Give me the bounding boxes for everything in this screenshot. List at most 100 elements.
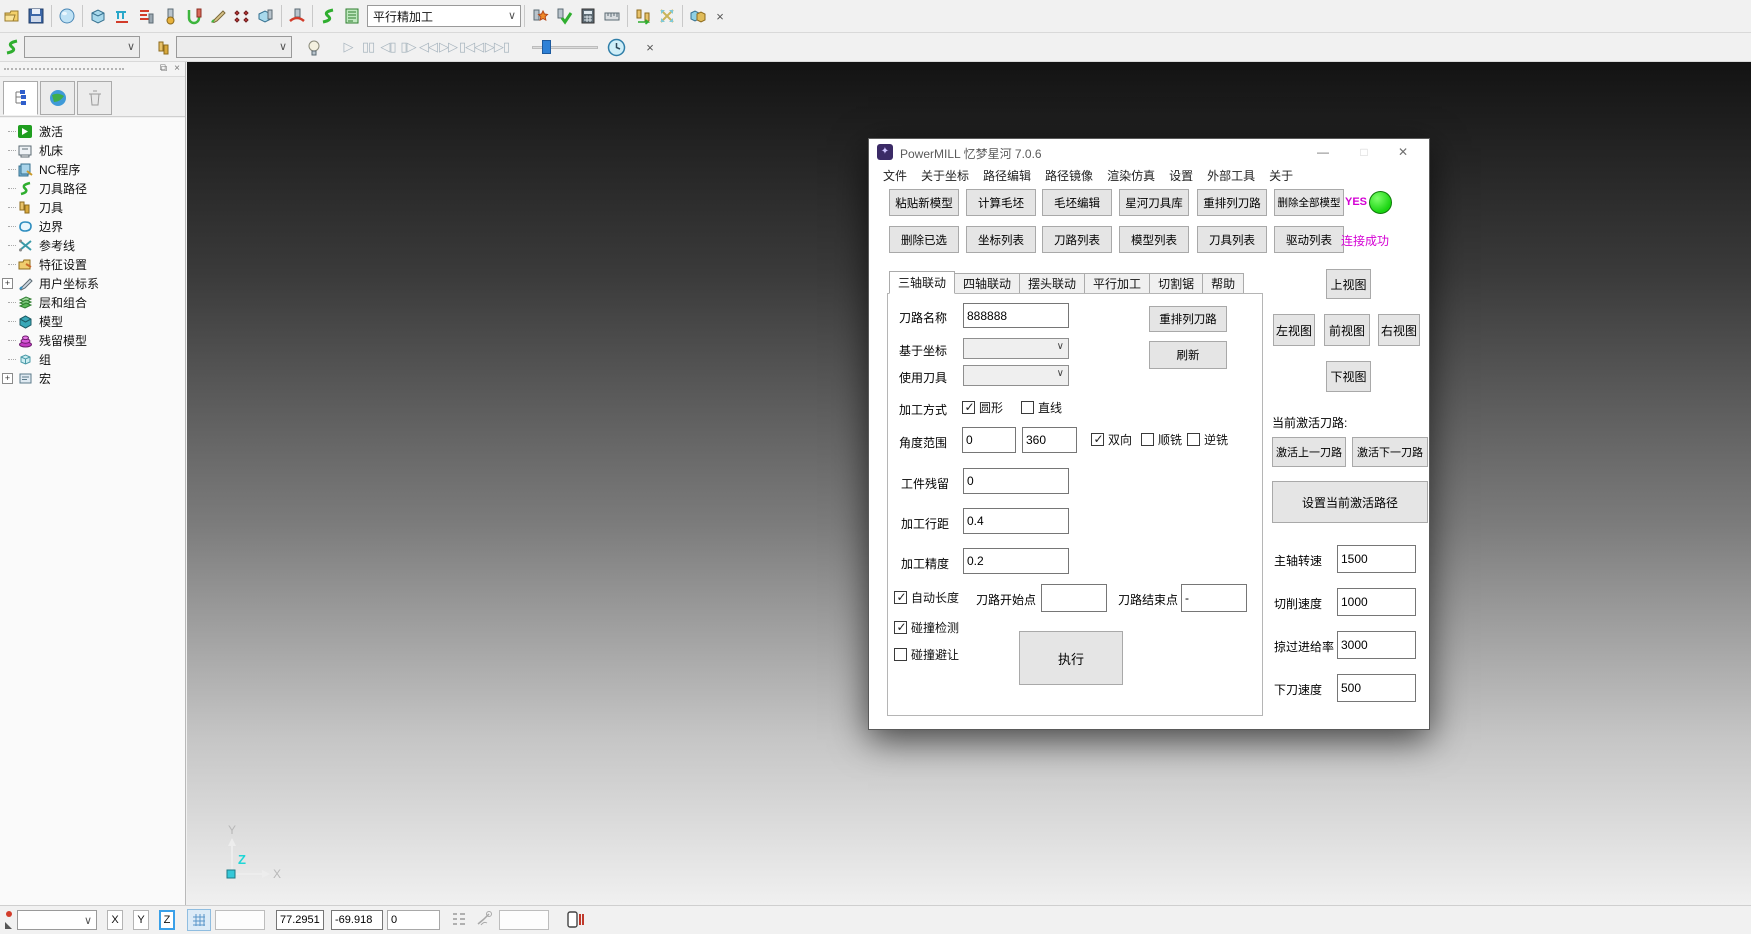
expand-icon[interactable] bbox=[2, 373, 13, 384]
checkbox-icon[interactable] bbox=[1141, 433, 1154, 446]
save-project-icon[interactable] bbox=[24, 3, 48, 29]
calculate-block-icon[interactable] bbox=[55, 3, 79, 29]
toolpath-combobox[interactable]: ∨ bbox=[24, 36, 140, 58]
rapid-heights-icon[interactable] bbox=[110, 3, 134, 29]
rearrange-toolpaths-button[interactable]: 重排列刀路 bbox=[1197, 189, 1267, 216]
leads-links-icon[interactable] bbox=[182, 3, 206, 29]
drive-list-button[interactable]: 驱动列表 bbox=[1274, 226, 1344, 253]
drag-grip[interactable] bbox=[4, 68, 124, 70]
calculator-icon[interactable] bbox=[576, 3, 600, 29]
cursor-x-field[interactable] bbox=[276, 910, 324, 930]
nc-program-list-icon[interactable] bbox=[340, 3, 364, 29]
tree-item-levels[interactable]: 层和组合 bbox=[0, 293, 185, 312]
position-probe-icon[interactable] bbox=[475, 910, 493, 931]
block-icon[interactable] bbox=[86, 3, 110, 29]
checkbox-icon[interactable] bbox=[962, 401, 975, 414]
checkbox-icon[interactable] bbox=[1091, 433, 1104, 446]
refresh-button[interactable]: 刷新 bbox=[1149, 341, 1227, 369]
tree-item-tool[interactable]: 刀具 bbox=[0, 198, 185, 217]
view-right-button[interactable]: 右视图 bbox=[1378, 314, 1420, 346]
bulb-icon[interactable] bbox=[302, 34, 326, 60]
tool-library-button[interactable]: 星河刀具库 bbox=[1119, 189, 1189, 216]
view-left-button[interactable]: 左视图 bbox=[1273, 314, 1315, 346]
tree-item-machine[interactable]: 机床 bbox=[0, 141, 185, 160]
checkbox-icon[interactable] bbox=[894, 591, 907, 604]
simulation-speed-slider[interactable] bbox=[532, 38, 598, 56]
checkbox-icon[interactable] bbox=[1021, 401, 1034, 414]
grid-toggle-icon[interactable] bbox=[187, 909, 211, 931]
tool-use-select[interactable]: ∨ bbox=[963, 365, 1069, 386]
measure-icon[interactable] bbox=[600, 3, 624, 29]
stock-edit-button[interactable]: 毛坯编辑 bbox=[1042, 189, 1112, 216]
menu-path-edit[interactable]: 路径编辑 bbox=[983, 167, 1031, 187]
go-to-end-button[interactable]: ▷▷▯ bbox=[484, 39, 510, 55]
tab-saw[interactable]: 切割锯 bbox=[1149, 273, 1203, 294]
close-button[interactable]: ✕ bbox=[1383, 139, 1423, 165]
tolerance-input[interactable] bbox=[963, 548, 1069, 574]
device-pause-icon[interactable] bbox=[566, 909, 586, 932]
menu-settings[interactable]: 设置 bbox=[1169, 167, 1193, 187]
view-front-button[interactable]: 前视图 bbox=[1324, 314, 1370, 346]
stock-allowance-input[interactable] bbox=[963, 468, 1069, 494]
set-active-path-button[interactable]: 设置当前激活路径 bbox=[1272, 481, 1428, 523]
tab-explorer-tree[interactable] bbox=[3, 81, 38, 115]
menu-file[interactable]: 文件 bbox=[883, 167, 907, 187]
coord-list-button[interactable]: 坐标列表 bbox=[966, 226, 1036, 253]
plunge-feed-input[interactable] bbox=[1337, 674, 1416, 702]
checkbox-icon[interactable] bbox=[1187, 433, 1200, 446]
angle-from-input[interactable] bbox=[962, 427, 1016, 453]
menu-about[interactable]: 关于 bbox=[1269, 167, 1293, 187]
tab-3axis[interactable]: 三轴联动 bbox=[889, 271, 955, 294]
tool-swap-icon[interactable] bbox=[631, 3, 655, 29]
compare-blocks-icon[interactable] bbox=[686, 3, 710, 29]
activate-prev-toolpath-button[interactable]: 激活上一刀路 bbox=[1272, 437, 1346, 467]
go-to-start-button[interactable]: ▯◁◁ bbox=[458, 39, 484, 55]
coord-base-select[interactable]: ∨ bbox=[963, 338, 1069, 359]
angle-to-input[interactable] bbox=[1022, 427, 1077, 453]
tab-4axis[interactable]: 四轴联动 bbox=[954, 273, 1020, 294]
feed-rate-icon[interactable] bbox=[134, 3, 158, 29]
cursor-z-field[interactable] bbox=[387, 910, 440, 930]
verify-toolpath-icon[interactable] bbox=[552, 3, 576, 29]
menu-path-mirror[interactable]: 路径镜像 bbox=[1045, 167, 1093, 187]
rearrange-button[interactable]: 重排列刀路 bbox=[1149, 306, 1227, 332]
tool-axis-icon[interactable] bbox=[206, 3, 230, 29]
tree-item-stock-model[interactable]: 残留模型 bbox=[0, 331, 185, 350]
model-list-button[interactable]: 模型列表 bbox=[1119, 226, 1189, 253]
delete-all-models-button[interactable]: 删除全部模型 bbox=[1274, 189, 1344, 216]
active-toolpath-icon[interactable] bbox=[316, 3, 340, 29]
panel-close-icon[interactable]: × bbox=[174, 63, 180, 74]
start-point-input[interactable] bbox=[1041, 584, 1107, 612]
rewind-button[interactable]: ◁◁ bbox=[418, 39, 438, 55]
maximize-button[interactable]: □ bbox=[1344, 139, 1384, 165]
open-project-icon[interactable] bbox=[0, 3, 24, 29]
end-point-input[interactable] bbox=[1181, 584, 1247, 612]
tree-item-model[interactable]: 模型 bbox=[0, 312, 185, 331]
toolpath-list-button[interactable]: 刀路列表 bbox=[1042, 226, 1112, 253]
tree-item-workplane[interactable]: 用户坐标系 bbox=[0, 274, 185, 293]
menu-external-tools[interactable]: 外部工具 bbox=[1207, 167, 1255, 187]
cutting-feed-input[interactable] bbox=[1337, 588, 1416, 616]
tab-help[interactable]: 帮助 bbox=[1202, 273, 1244, 294]
clock-icon[interactable] bbox=[604, 34, 628, 60]
bidirectional-checkbox[interactable]: 双向 bbox=[1091, 431, 1132, 448]
step-forward-button[interactable]: ▯▷ bbox=[398, 39, 418, 55]
auto-length-checkbox[interactable]: 自动长度 bbox=[894, 589, 959, 606]
cursor-y-field[interactable] bbox=[331, 910, 383, 930]
tool-combobox[interactable]: ∨ bbox=[176, 36, 292, 58]
fast-forward-button[interactable]: ▷▷ bbox=[438, 39, 458, 55]
axis-z-button[interactable]: Z bbox=[159, 910, 175, 930]
toolbar-close-icon[interactable]: × bbox=[640, 40, 660, 55]
tool-list-button[interactable]: 刀具列表 bbox=[1197, 226, 1267, 253]
coordinate-list-icon[interactable] bbox=[451, 911, 467, 930]
dialog-titlebar[interactable]: ✦ PowerMILL 忆梦星河 7.0.6 — □ ✕ bbox=[869, 139, 1429, 165]
toolbar-close-icon[interactable]: × bbox=[710, 9, 730, 24]
tab-parallel[interactable]: 平行加工 bbox=[1084, 273, 1150, 294]
play-button[interactable]: ▷ bbox=[338, 39, 358, 55]
calc-stock-button[interactable]: 计算毛坯 bbox=[966, 189, 1036, 216]
tree-item-boundary[interactable]: 边界 bbox=[0, 217, 185, 236]
spindle-speed-input[interactable] bbox=[1337, 545, 1416, 573]
step-back-button[interactable]: ◁▯ bbox=[378, 39, 398, 55]
tab-trash[interactable] bbox=[77, 81, 112, 115]
start-point-icon[interactable] bbox=[158, 3, 182, 29]
